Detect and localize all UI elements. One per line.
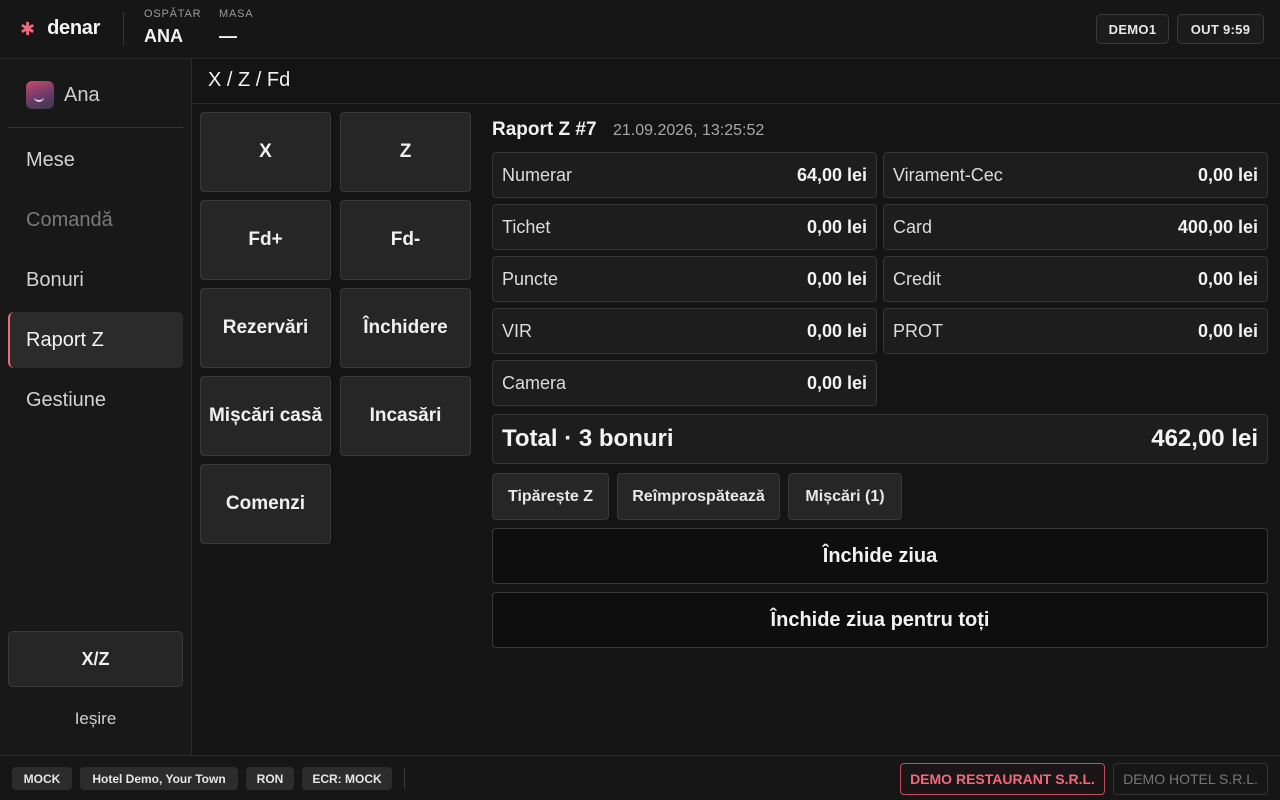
title-divider bbox=[192, 103, 1280, 104]
user-profile[interactable]: Ana bbox=[26, 81, 100, 109]
logout-timer-button[interactable]: OUT 9:59 bbox=[1177, 14, 1264, 44]
report-total: Total · 3 bonuri 462,00 lei bbox=[492, 414, 1268, 464]
table-value: — bbox=[219, 26, 237, 46]
sidebar: Ana Mese Comandă Bonuri Raport Z Gestiun… bbox=[0, 59, 192, 755]
refresh-button[interactable]: Reîmprospătează bbox=[617, 473, 780, 520]
payment-row-credit: Credit 0,00 lei bbox=[883, 256, 1268, 302]
collections-button[interactable]: Incasări bbox=[340, 376, 471, 456]
header-divider bbox=[123, 12, 124, 46]
table-label: MASA bbox=[219, 8, 254, 20]
page-title: X / Z / Fd bbox=[208, 69, 291, 91]
sidebar-item-raport-z[interactable]: Raport Z bbox=[8, 312, 183, 368]
report-datetime: 21.09.2026, 13:25:52 bbox=[613, 122, 765, 139]
currency-badge: RON bbox=[246, 767, 294, 790]
user-name: Ana bbox=[64, 83, 100, 106]
fd-minus-button[interactable]: Fd- bbox=[340, 200, 471, 280]
report-title: Raport Z #7 bbox=[492, 119, 597, 140]
payment-label: VIR bbox=[502, 320, 533, 341]
total-amount: 462,00 lei bbox=[1151, 425, 1258, 452]
fd-plus-button[interactable]: Fd+ bbox=[200, 200, 331, 280]
company-selector-restaurant[interactable]: DEMO RESTAURANT S.R.L. bbox=[900, 763, 1105, 795]
payment-row-puncte: Puncte 0,00 lei bbox=[492, 256, 877, 302]
top-header: ✱ denar OSPĂTAR ANA MASA — DEMO1 OUT 9:5… bbox=[0, 0, 1280, 59]
sidebar-item-gestiune[interactable]: Gestiune bbox=[8, 372, 183, 428]
sidebar-divider bbox=[8, 127, 183, 128]
orders-button[interactable]: Comenzi bbox=[200, 464, 331, 544]
payment-amount: 0,00 lei bbox=[1197, 164, 1258, 185]
payment-row-numerar: Numerar 64,00 lei bbox=[492, 152, 877, 198]
company-selector-hotel[interactable]: DEMO HOTEL S.R.L. bbox=[1113, 763, 1268, 795]
payment-amount: 0,00 lei bbox=[806, 320, 867, 341]
sidebar-item-bonuri[interactable]: Bonuri bbox=[8, 252, 183, 308]
status-bar: MOCK Hotel Demo, Your Town RON ECR: MOCK… bbox=[0, 755, 1280, 800]
x-report-button[interactable]: X bbox=[200, 112, 331, 192]
device-badge[interactable]: DEMO1 bbox=[1096, 14, 1169, 44]
close-day-all-button[interactable]: Închide ziua pentru toți bbox=[492, 592, 1268, 648]
payment-amount: 400,00 lei bbox=[1177, 216, 1258, 237]
cash-movements-button[interactable]: Mișcări casă bbox=[200, 376, 331, 456]
payment-amount: 0,00 lei bbox=[806, 372, 867, 393]
mode-badge: MOCK bbox=[12, 767, 72, 790]
payment-label: Puncte bbox=[502, 268, 559, 289]
payment-amount: 0,00 lei bbox=[806, 216, 867, 237]
payment-label: Card bbox=[893, 216, 933, 237]
payment-row-card: Card 400,00 lei bbox=[883, 204, 1268, 250]
closing-button[interactable]: Închidere bbox=[340, 288, 471, 368]
sidebar-item-comanda[interactable]: Comandă bbox=[8, 192, 183, 248]
payment-label: Camera bbox=[502, 372, 567, 393]
payment-label: Virament-Cec bbox=[893, 164, 1003, 185]
payment-row-virament-cec: Virament-Cec 0,00 lei bbox=[883, 152, 1268, 198]
close-day-button[interactable]: Închide ziua bbox=[492, 528, 1268, 584]
total-label: Total · 3 bonuri bbox=[502, 425, 674, 452]
payment-label: PROT bbox=[893, 320, 944, 341]
payment-amount: 0,00 lei bbox=[806, 268, 867, 289]
exit-button[interactable]: Ieșire bbox=[8, 699, 183, 739]
payment-amount: 64,00 lei bbox=[796, 164, 867, 185]
sidebar-item-mese[interactable]: Mese bbox=[8, 132, 183, 188]
avatar bbox=[26, 81, 54, 109]
payment-label: Tichet bbox=[502, 216, 551, 237]
payment-row-tichet: Tichet 0,00 lei bbox=[492, 204, 877, 250]
payment-amount: 0,00 lei bbox=[1197, 268, 1258, 289]
main-panel: X / Z / Fd X Z Fd+ Fd- Rezervări Închide… bbox=[192, 59, 1280, 755]
asterisk-logo-icon: ✱ bbox=[20, 18, 36, 39]
payment-label: Credit bbox=[893, 268, 942, 289]
waiter-label: OSPĂTAR bbox=[144, 8, 202, 20]
xz-button[interactable]: X/Z bbox=[8, 631, 183, 687]
payment-label: Numerar bbox=[502, 164, 573, 185]
app-logo: ✱ denar bbox=[20, 17, 100, 40]
waiter-field: OSPĂTAR ANA bbox=[144, 8, 201, 46]
app-name: denar bbox=[47, 17, 101, 39]
payment-row-prot: PROT 0,00 lei bbox=[883, 308, 1268, 354]
payment-row-vir: VIR 0,00 lei bbox=[492, 308, 877, 354]
waiter-value: ANA bbox=[144, 26, 183, 46]
location-badge: Hotel Demo, Your Town bbox=[80, 767, 238, 790]
movements-button[interactable]: Mișcări (1) bbox=[788, 473, 902, 520]
payment-row-camera: Camera 0,00 lei bbox=[492, 360, 877, 406]
ecr-badge: ECR: MOCK bbox=[302, 767, 392, 790]
footer-divider bbox=[404, 768, 405, 789]
payment-amount: 0,00 lei bbox=[1197, 320, 1258, 341]
reservations-button[interactable]: Rezervări bbox=[200, 288, 331, 368]
z-report-button[interactable]: Z bbox=[340, 112, 471, 192]
table-field: MASA — bbox=[219, 8, 253, 46]
print-z-button[interactable]: Tipărește Z bbox=[492, 473, 609, 520]
